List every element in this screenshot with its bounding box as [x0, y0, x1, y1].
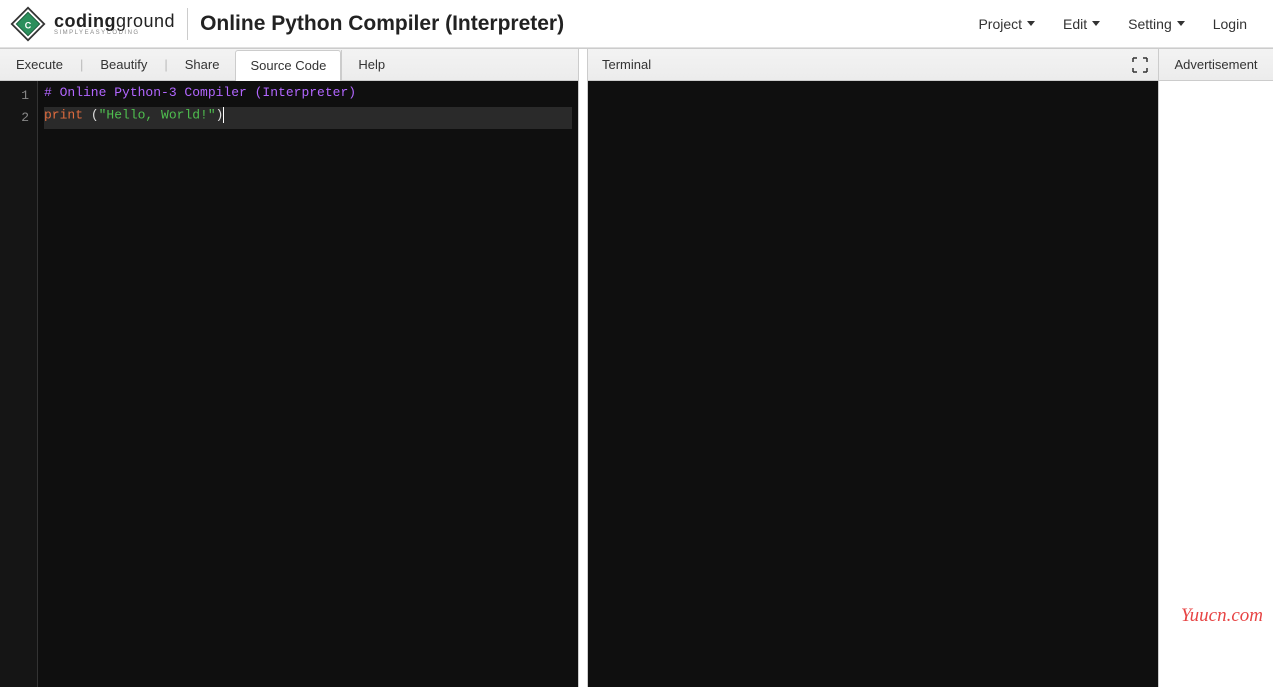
token-paren: ) [216, 107, 224, 122]
gutter: 1 2 [0, 81, 38, 687]
logo-icon: C [10, 6, 46, 42]
token-string: "Hello, World!" [99, 107, 216, 122]
advertisement-body [1159, 81, 1273, 687]
main-area: Execute | Beautify | Share Source Code H… [0, 48, 1273, 687]
line-number: 2 [0, 107, 29, 129]
caret-down-icon [1092, 21, 1100, 26]
token-paren: ( [83, 107, 99, 122]
advertisement-panel: Advertisement [1159, 49, 1273, 687]
brand-tagline: SIMPLYEASYCODING [54, 30, 175, 36]
code-editor[interactable]: 1 2 # Online Python-3 Compiler (Interpre… [0, 81, 578, 687]
terminal-body[interactable] [588, 81, 1158, 687]
share-button[interactable]: Share [169, 50, 236, 80]
editor-toolbar: Execute | Beautify | Share Source Code H… [0, 49, 578, 81]
brand-bold: coding [54, 11, 116, 31]
toolbar-separator: | [164, 57, 167, 72]
help-button[interactable]: Help [342, 50, 401, 80]
header-divider [187, 8, 188, 40]
top-menu: Project Edit Setting Login [978, 16, 1263, 32]
menu-login[interactable]: Login [1213, 16, 1247, 32]
code-line-active: print ("Hello, World!") [44, 107, 572, 129]
menu-setting[interactable]: Setting [1128, 16, 1185, 32]
logo-area[interactable]: C codingground SIMPLYEASYCODING [10, 6, 175, 42]
terminal-header: Terminal [588, 49, 1158, 81]
caret-down-icon [1177, 21, 1185, 26]
toolbar-separator: | [80, 57, 83, 72]
token-comment: # Online Python-3 Compiler (Interpreter) [44, 85, 356, 100]
terminal-panel: Terminal [588, 49, 1159, 687]
cursor-icon [223, 107, 224, 123]
brand-rest: ground [116, 11, 175, 31]
watermark: Yuucn.com [1181, 605, 1263, 627]
menu-project[interactable]: Project [978, 16, 1035, 32]
beautify-button[interactable]: Beautify [84, 50, 163, 80]
advertisement-title: Advertisement [1159, 49, 1273, 81]
brand-text: codingground SIMPLYEASYCODING [54, 12, 175, 36]
line-number: 1 [0, 85, 29, 107]
panel-resize-handle[interactable] [578, 49, 588, 687]
header: C codingground SIMPLYEASYCODING Online P… [0, 0, 1273, 48]
code-content[interactable]: # Online Python-3 Compiler (Interpreter)… [38, 81, 578, 687]
page-title: Online Python Compiler (Interpreter) [200, 12, 564, 36]
editor-panel: Execute | Beautify | Share Source Code H… [0, 49, 578, 687]
svg-text:C: C [25, 20, 32, 30]
fullscreen-icon[interactable] [1132, 57, 1148, 73]
tab-source-code[interactable]: Source Code [235, 50, 341, 81]
execute-button[interactable]: Execute [0, 50, 79, 80]
token-keyword: print [44, 107, 83, 122]
terminal-title: Terminal [602, 57, 651, 72]
code-line: # Online Python-3 Compiler (Interpreter) [44, 85, 572, 107]
menu-edit[interactable]: Edit [1063, 16, 1100, 32]
caret-down-icon [1027, 21, 1035, 26]
